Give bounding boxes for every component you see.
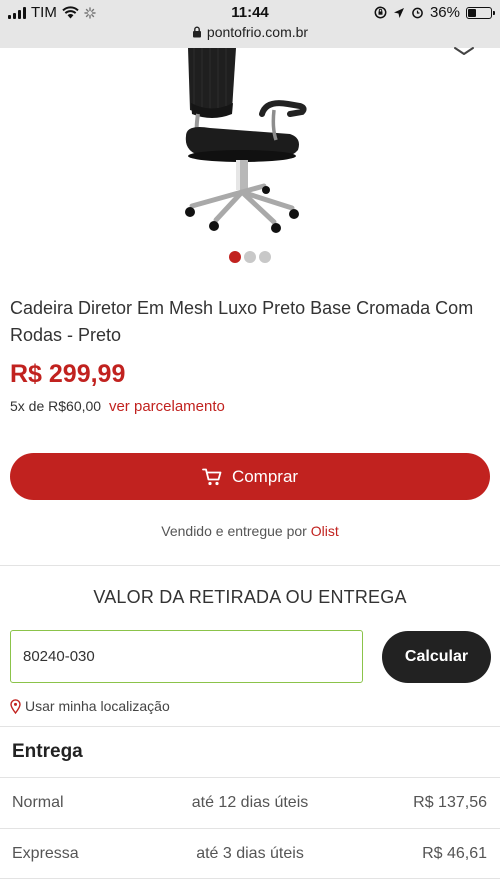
shipping-price: R$ 46,61 [422,845,487,862]
product-title: Cadeira Diretor Em Mesh Luxo Preto Base … [10,298,474,345]
shipping-type: Expressa [12,845,79,862]
divider [0,878,500,879]
status-right: 36% [374,4,495,21]
calculate-button[interactable]: Calcular [382,631,491,683]
divider [0,565,500,566]
carousel-indicator [0,251,500,263]
installments-link[interactable]: ver parcelamento [109,398,225,415]
carousel-dot[interactable] [259,251,271,263]
lock-icon [192,26,201,38]
buy-button-label: Comprar [231,466,299,486]
shipping-time: até 12 dias úteis [191,794,309,811]
share-icon[interactable] [452,42,476,56]
seller-name-link[interactable]: Olist [311,523,339,539]
carousel-dot[interactable] [244,251,256,263]
address-bar[interactable]: pontofrio.com.br [0,24,500,40]
orientation-lock-icon [374,6,387,19]
buy-button[interactable]: Comprar [10,453,490,500]
shipping-price: R$ 137,56 [413,794,487,811]
shipping-row: Expressa até 3 dias úteis R$ 46,61 [0,829,500,879]
shipping-time: até 3 dias úteis [196,845,304,862]
use-location-link[interactable]: Usar minha localização [10,698,170,714]
carousel-dot[interactable] [229,251,241,263]
location-arrow-icon [393,7,404,18]
cart-icon [202,468,222,485]
battery-icon [466,6,495,19]
use-location-label: Usar minha localização [25,698,170,714]
installments-info: 5x de R$60,00 ver parcelamento [10,398,225,415]
seller-prefix: Vendido e entregue por [161,523,307,539]
url-text: pontofrio.com.br [206,24,309,40]
cep-input[interactable] [10,630,363,683]
delivery-title: Entrega [12,741,83,762]
divider [0,726,500,727]
installments-text: 5x de R$60,00 [10,398,102,414]
seller-info: Vendido e entregue por Olist [0,523,500,539]
shipping-type: Normal [12,794,64,811]
map-pin-icon [10,698,21,714]
battery-percent: 36% [429,4,460,21]
shipping-row: Normal até 12 dias úteis R$ 137,56 [0,778,500,828]
product-image[interactable] [150,48,340,238]
status-bar: TIM 11:44 36% pontofrio.com.br [0,0,500,48]
alarm-icon [412,7,423,19]
product-price: R$ 299,99 [10,360,126,388]
shipping-section-title: VALOR DA RETIRADA OU ENTREGA [93,587,407,607]
